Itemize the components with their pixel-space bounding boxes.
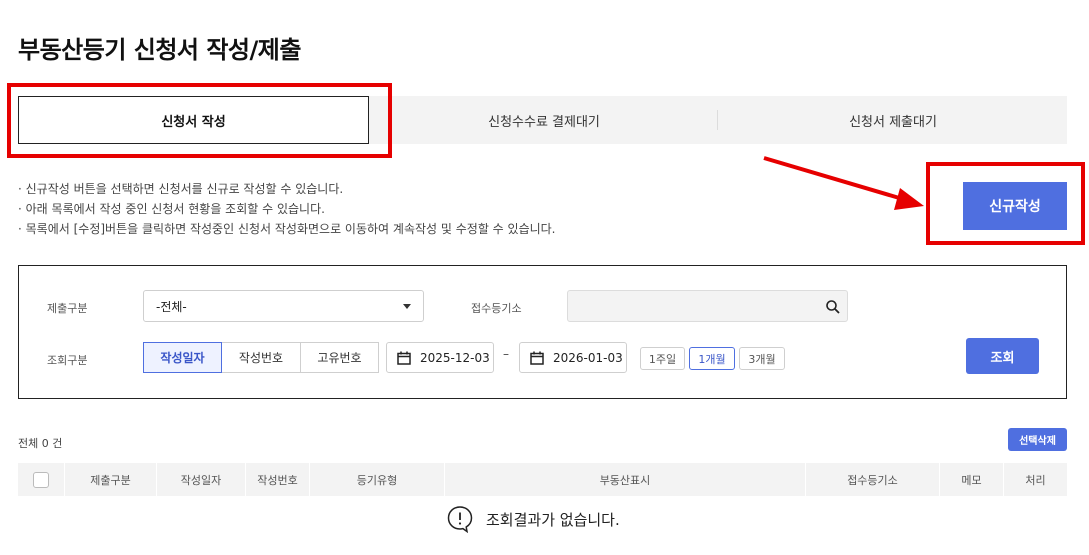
search-panel: 제출구분 -전체- 접수등기소 조회구분 작성일자 작성번호 고유번호 2025… — [18, 265, 1067, 399]
period-1-week[interactable]: 1주일 — [640, 347, 685, 370]
table-header: 제출구분 작성일자 작성번호 등기유형 부동산표시 접수등기소 메모 처리 — [18, 463, 1067, 496]
total-count: 전체 0 건 — [18, 437, 63, 450]
office-input[interactable] — [567, 290, 848, 322]
alert-icon — [447, 506, 473, 533]
select-all-cell — [18, 463, 65, 496]
info-note: 신규작성 버튼을 선택하면 신청서를 신규로 작성할 수 있습니다. — [18, 179, 556, 199]
query-button[interactable]: 조회 — [966, 338, 1039, 374]
chevron-down-icon — [403, 303, 411, 309]
column-header: 등기유형 — [310, 463, 445, 496]
column-header: 메모 — [940, 463, 1004, 496]
info-note: 목록에서 [수정]버튼을 클릭하면 작성중인 신청서 작성화면으로 이동하여 계… — [18, 219, 556, 239]
submit-type-value: -전체- — [156, 299, 187, 314]
column-header: 작성번호 — [246, 463, 310, 496]
period-3-months[interactable]: 3개월 — [739, 347, 785, 370]
delete-selected-button[interactable]: 선택삭제 — [1008, 428, 1067, 451]
date-to-field[interactable]: 2026-01-03 — [519, 342, 627, 373]
tab-submit-pending[interactable]: 신청서 제출대기 — [719, 96, 1067, 144]
date-to-value: 2026-01-03 — [553, 350, 623, 365]
tab-divider — [717, 110, 718, 130]
select-all-checkbox[interactable] — [33, 471, 49, 488]
date-from-field[interactable]: 2025-12-03 — [386, 342, 494, 373]
period-1-month[interactable]: 1개월 — [689, 347, 735, 370]
column-header: 부동산표시 — [445, 463, 806, 496]
date-from-value: 2025-12-03 — [420, 350, 490, 365]
annotation-box-tab — [7, 83, 392, 158]
calendar-icon — [530, 351, 544, 365]
info-note: 아래 목록에서 작성 중인 신청서 현황을 조회할 수 있습니다. — [18, 199, 556, 219]
new-application-button[interactable]: 신규작성 — [963, 182, 1067, 230]
query-type-write-number[interactable]: 작성번호 — [221, 342, 301, 373]
annotation-arrow — [763, 156, 924, 210]
query-type-group: 작성일자 작성번호 고유번호 — [143, 342, 379, 373]
column-header: 처리 — [1025, 473, 1046, 487]
date-separator: – — [503, 347, 509, 361]
submit-type-label: 제출구분 — [47, 302, 88, 315]
office-text-field[interactable] — [568, 291, 818, 321]
query-type-unique-number[interactable]: 고유번호 — [300, 342, 379, 373]
office-label: 접수등기소 — [471, 302, 522, 315]
empty-result: 조회결과가 없습니다. — [446, 505, 620, 533]
page-title: 부동산등기 신청서 작성/제출 — [18, 36, 301, 64]
submit-type-select[interactable]: -전체- — [143, 290, 424, 322]
empty-result-text: 조회결과가 없습니다. — [486, 510, 620, 529]
column-header: 제출구분 — [65, 463, 157, 496]
info-notes: 신규작성 버튼을 선택하면 신청서를 신규로 작성할 수 있습니다. 아래 목록… — [18, 179, 556, 239]
search-icon[interactable] — [825, 299, 841, 315]
query-type-created-date[interactable]: 작성일자 — [143, 342, 222, 373]
tab-fee-payment-pending[interactable]: 신청수수료 결제대기 — [369, 96, 719, 144]
query-type-label: 조회구분 — [47, 354, 88, 367]
column-header: 작성일자 — [157, 463, 246, 496]
calendar-icon — [397, 351, 411, 365]
column-header: 접수등기소 — [806, 463, 940, 496]
